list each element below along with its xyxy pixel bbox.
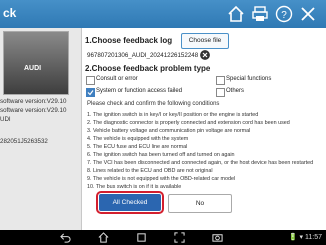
system-access-failed-checkbox[interactable] <box>86 88 95 97</box>
back-icon[interactable] <box>60 232 71 243</box>
system-access-failed-label: System or function access failed <box>96 88 183 94</box>
vehicle-brand-label: AUDI <box>24 65 42 72</box>
condition-item: 3. Vehicle battery voltage and communica… <box>87 128 251 134</box>
no-button[interactable]: No <box>168 194 232 213</box>
software-version-line: software version:V29.10 <box>0 107 67 114</box>
condition-item: 10. The bus switch is on if it is availa… <box>87 184 182 190</box>
home-icon[interactable] <box>98 232 109 243</box>
check-icon <box>87 90 94 96</box>
vehicle-image: AUDI <box>3 31 69 95</box>
condition-item: 6. The ignition switch has been turned o… <box>87 152 235 158</box>
vehicle-info-panel: AUDI software version:V29.10 software ve… <box>0 28 82 230</box>
system-navigation-bar: 🔋 ▾ 11:57 <box>0 230 326 245</box>
all-checked-button[interactable]: All Checked <box>96 191 164 214</box>
condition-item: 2. The diagnostic connector is properly … <box>87 120 290 126</box>
home-icon[interactable] <box>226 4 246 24</box>
vehicle-make-line: UDI <box>0 116 11 123</box>
consult-error-checkbox[interactable] <box>86 76 95 85</box>
screenshot-icon[interactable] <box>174 232 185 243</box>
print-icon[interactable] <box>250 4 270 24</box>
special-functions-checkbox[interactable] <box>216 76 225 85</box>
condition-item: 8. Lines related to the ECU and OBD are … <box>87 168 213 174</box>
others-label: Others <box>226 88 245 94</box>
camera-icon[interactable] <box>212 232 223 243</box>
feedback-panel: 1.Choose feedback log Choose file 967807… <box>82 28 326 230</box>
condition-item: 5. The ECU fuse and ECU line are normal <box>87 144 188 150</box>
section-title-problem-type: 2.Choose feedback problem type <box>85 64 211 73</box>
svg-text:?: ? <box>281 10 287 21</box>
selected-log-file: 967807201306_AUDI_20241226152248 <box>87 52 199 59</box>
status-area: 🔋 ▾ 11:57 <box>288 234 322 241</box>
vin-line: 282051J5263532 <box>0 138 48 145</box>
condition-item: 7. The VCI has been disconnected and con… <box>87 160 314 166</box>
software-version-line: software version:V29.10 <box>0 98 67 105</box>
clear-file-icon[interactable] <box>200 50 210 60</box>
close-icon[interactable] <box>298 4 318 24</box>
others-checkbox[interactable] <box>216 88 225 97</box>
recent-apps-icon[interactable] <box>136 232 147 243</box>
condition-item: 1. The ignition switch is in key/I or ke… <box>87 112 259 118</box>
conditions-intro: Please check and confirm the following c… <box>87 101 220 107</box>
page-title: ck <box>3 6 17 20</box>
special-functions-label: Special functions <box>226 76 272 82</box>
condition-item: 9. The vehicle is not equipped with the … <box>87 176 236 182</box>
section-title-log: 1.Choose feedback log <box>85 36 173 45</box>
choose-file-button[interactable]: Choose file <box>181 33 229 49</box>
title-bar: ck ? <box>0 0 326 28</box>
help-icon[interactable]: ? <box>274 4 294 24</box>
consult-error-label: Consult or error <box>96 76 138 82</box>
condition-item: 4. The vehicle is equipped with the syst… <box>87 136 189 142</box>
